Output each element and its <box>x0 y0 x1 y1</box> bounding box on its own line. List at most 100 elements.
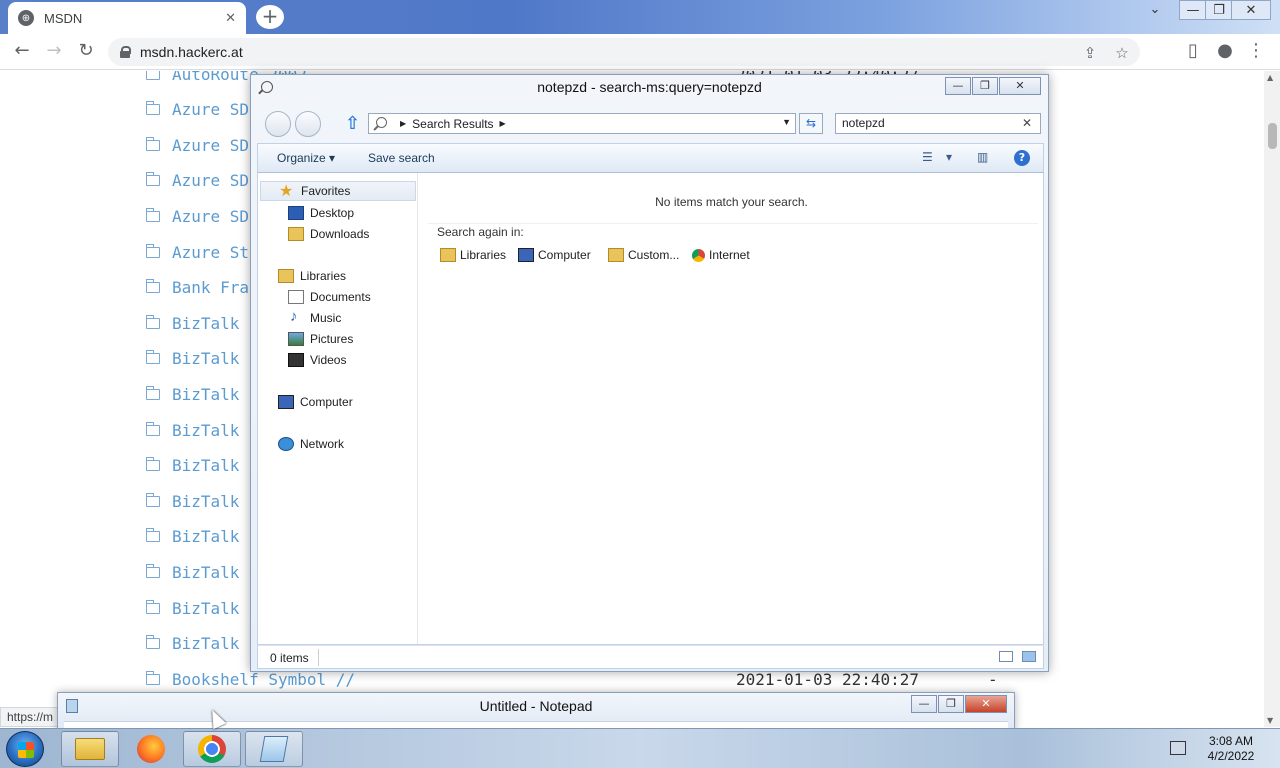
list-item[interactable]: BizTalk <box>146 379 239 409</box>
share-icon[interactable]: ⇪ <box>1079 44 1101 62</box>
list-item-name[interactable]: BizTalk <box>172 385 239 404</box>
view-dropdown-icon[interactable]: ▾ <box>946 150 952 164</box>
list-item[interactable]: BizTalk <box>146 629 239 659</box>
save-search-button[interactable]: Save search <box>368 151 435 165</box>
list-item-name[interactable]: Azure SD <box>172 136 249 155</box>
computer-icon <box>518 248 534 262</box>
new-tab-button[interactable]: + <box>256 5 284 29</box>
address-crumb[interactable]: Search Results <box>412 117 493 131</box>
taskbar-firefox[interactable] <box>122 731 180 767</box>
explorer-minimize-button[interactable]: — <box>945 77 971 95</box>
list-item-name[interactable]: Azure SD <box>172 100 249 119</box>
clear-search-icon[interactable]: ✕ <box>1022 116 1032 130</box>
list-item-name[interactable]: BizTalk <box>172 314 239 333</box>
search-again-internet[interactable]: Internet <box>692 248 750 262</box>
scroll-down-icon[interactable]: ▼ <box>1267 716 1273 725</box>
address-bar[interactable]: msdn.hackerc.at ☆ ⇪ <box>108 38 1140 66</box>
list-item[interactable]: BizTalk <box>146 486 239 516</box>
list-item-name[interactable]: BizTalk <box>172 634 239 653</box>
chevron-right-icon[interactable]: ▶ <box>500 119 506 128</box>
list-item[interactable]: BizTalk <box>146 522 239 552</box>
up-folder-icon[interactable]: ⇧ <box>345 113 360 134</box>
page-scrollbar[interactable]: ▲ ▼ <box>1264 71 1280 727</box>
back-button[interactable] <box>265 111 291 137</box>
search-again-computer[interactable]: Computer <box>518 248 591 262</box>
list-item[interactable]: BizTalk <box>146 344 239 374</box>
list-item-name[interactable]: BizTalk <box>172 599 239 618</box>
list-item-name[interactable]: BizTalk <box>172 492 239 511</box>
close-tab-icon[interactable]: ✕ <box>225 11 236 26</box>
forward-arrow-icon[interactable]: → <box>42 40 66 64</box>
forward-button[interactable] <box>295 111 321 137</box>
list-item-name[interactable]: BizTalk <box>172 456 239 475</box>
address-dropdown-icon[interactable]: ▼ <box>782 117 791 127</box>
taskbar-chrome[interactable] <box>183 731 241 767</box>
list-item-name[interactable]: Azure SD <box>172 207 249 226</box>
nav-pictures[interactable]: Pictures <box>288 329 353 349</box>
list-item[interactable]: Bank Fra <box>146 273 249 303</box>
list-item[interactable]: Azure SD <box>146 166 249 196</box>
list-item-name[interactable]: Bank Fra <box>172 278 249 297</box>
side-panel-icon[interactable]: ▯ <box>1181 40 1205 64</box>
nav-network[interactable]: Network <box>278 434 344 454</box>
list-item[interactable]: BizTalk <box>146 557 239 587</box>
scroll-thumb[interactable] <box>1268 123 1277 149</box>
list-item-name[interactable]: BizTalk <box>172 563 239 582</box>
reload-icon[interactable]: ↻ <box>74 40 98 64</box>
browser-tab[interactable]: ⊕ MSDN ✕ <box>8 2 246 34</box>
explorer-address-bar[interactable]: ▶ Search Results ▶ ▼ <box>368 113 796 134</box>
list-item[interactable]: BizTalk <box>146 451 239 481</box>
preview-pane-icon[interactable]: ▥ <box>977 150 988 164</box>
notepad-close-button[interactable]: ✕ <box>965 695 1007 713</box>
search-again-libraries[interactable]: Libraries <box>440 248 506 262</box>
nav-documents[interactable]: Documents <box>288 287 371 307</box>
list-item[interactable]: Azure SD <box>146 130 249 160</box>
nav-favorites[interactable]: Favorites <box>260 181 416 201</box>
scroll-up-icon[interactable]: ▲ <box>1267 73 1273 82</box>
back-arrow-icon[interactable]: ← <box>10 40 34 64</box>
start-button[interactable] <box>6 731 44 767</box>
list-item-name[interactable]: Azure SD <box>172 171 249 190</box>
nav-downloads[interactable]: Downloads <box>288 224 369 244</box>
network-tray-icon[interactable] <box>1170 741 1186 755</box>
nav-desktop[interactable]: Desktop <box>288 203 354 223</box>
list-item-name[interactable]: Bookshelf Symbol // <box>172 670 355 689</box>
nav-videos[interactable]: Videos <box>288 350 346 370</box>
restore-button[interactable]: ❐ <box>1205 0 1233 20</box>
taskbar-notepad[interactable] <box>245 731 303 767</box>
help-icon[interactable]: ? <box>1014 150 1030 166</box>
organize-button[interactable]: Organize ▾ <box>277 151 335 165</box>
taskbar-explorer[interactable] <box>61 731 119 767</box>
list-item[interactable]: Azure SD <box>146 201 249 231</box>
list-item[interactable]: Azure St <box>146 237 249 267</box>
list-item[interactable]: BizTalk <box>146 415 239 445</box>
details-view-icon[interactable] <box>999 651 1013 662</box>
list-item-name[interactable]: Azure St <box>172 243 249 262</box>
bookmark-star-icon[interactable]: ☆ <box>1111 44 1133 62</box>
nav-computer[interactable]: Computer <box>278 392 353 412</box>
explorer-search-input[interactable]: notepzd ✕ <box>835 113 1041 134</box>
chevron-right-icon[interactable]: ▶ <box>400 119 406 128</box>
large-icons-view-icon[interactable] <box>1022 651 1036 662</box>
nav-music[interactable]: Music <box>288 308 341 328</box>
view-list-icon[interactable]: ☰ <box>922 150 933 164</box>
close-button[interactable]: ✕ <box>1231 0 1271 20</box>
explorer-maximize-button[interactable]: ❐ <box>972 77 998 95</box>
chevron-down-icon[interactable]: ⌄ <box>1141 0 1169 20</box>
menu-kebab-icon[interactable]: ⋮ <box>1244 40 1268 64</box>
list-item-name[interactable]: BizTalk <box>172 527 239 546</box>
list-item-name[interactable]: BizTalk <box>172 421 239 440</box>
explorer-close-button[interactable]: ✕ <box>999 77 1041 95</box>
nav-libraries[interactable]: Libraries <box>278 266 346 286</box>
refresh-icon[interactable]: ⇆ <box>799 113 823 134</box>
notepad-minimize-button[interactable]: — <box>911 695 937 713</box>
list-item-name[interactable]: BizTalk <box>172 349 239 368</box>
notepad-maximize-button[interactable]: ❐ <box>938 695 964 713</box>
search-again-custom[interactable]: Custom... <box>608 248 679 262</box>
profile-avatar-icon[interactable]: ● <box>1213 40 1237 64</box>
taskbar-clock[interactable]: 3:08 AM 4/2/2022 <box>1196 734 1266 764</box>
list-item[interactable]: BizTalk <box>146 593 239 623</box>
list-item[interactable]: Azure SD <box>146 95 249 125</box>
list-item[interactable]: BizTalk <box>146 308 239 338</box>
minimize-button[interactable]: — <box>1179 0 1207 20</box>
